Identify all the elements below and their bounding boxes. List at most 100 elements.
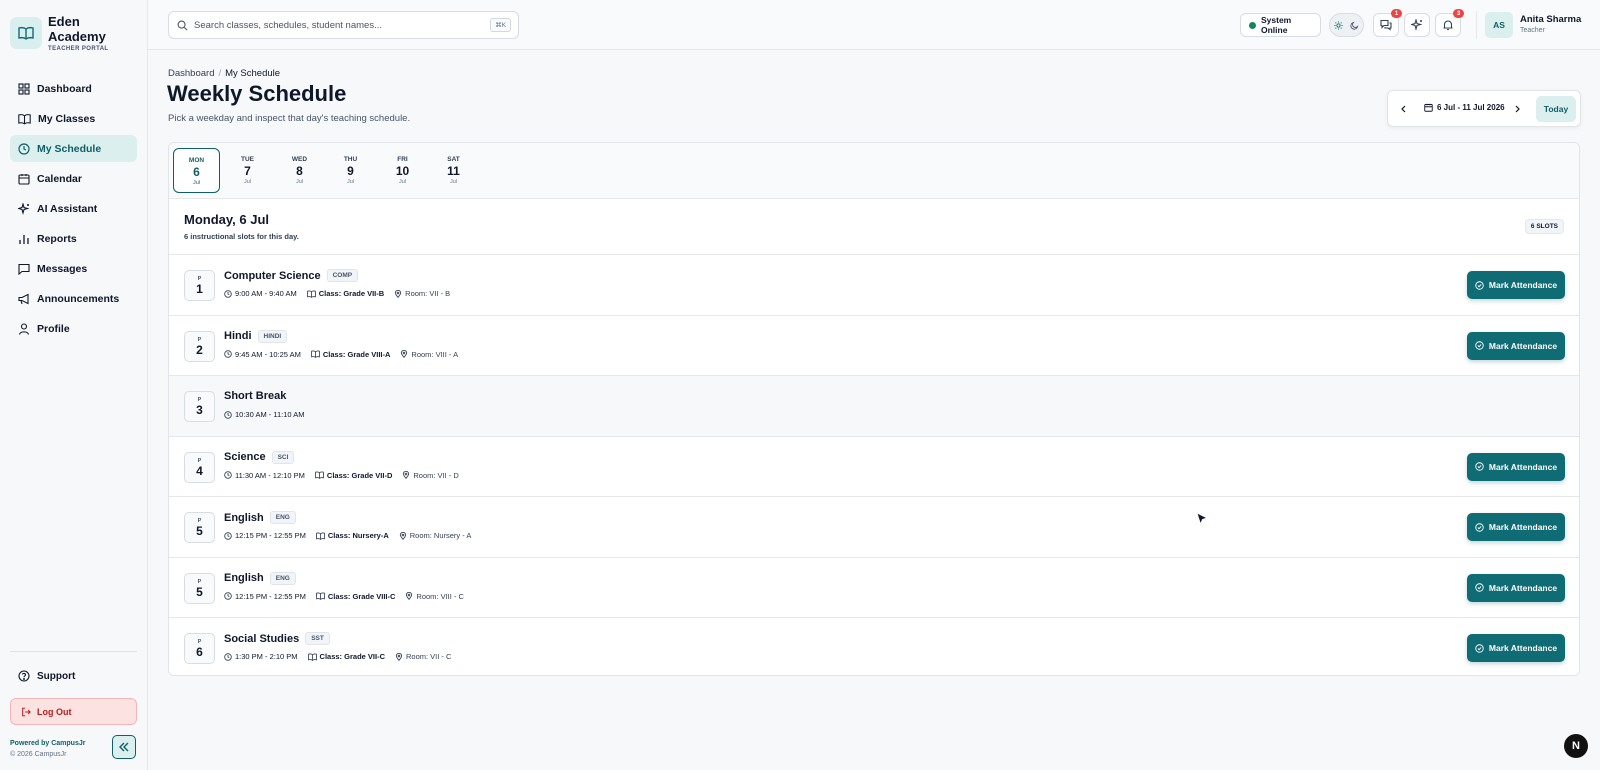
brand-name-line1: Eden	[48, 14, 80, 29]
breadcrumb: Dashboard / My Schedule	[168, 68, 280, 79]
sidebar-item-my-schedule[interactable]: My Schedule	[10, 135, 137, 162]
week-range[interactable]: 6 Jul - 11 Jul 2026	[1424, 103, 1505, 112]
sidebar-item-messages[interactable]: Messages	[10, 255, 137, 282]
sidebar-item-label: Dashboard	[37, 82, 92, 95]
selected-day-title: Monday, 6 Jul	[184, 212, 269, 227]
day-number: 7	[244, 164, 251, 178]
day-tab-fri[interactable]: FRI 10 Jul	[379, 148, 426, 193]
user-name[interactable]: Anita Sharma	[1520, 14, 1581, 25]
search-input[interactable]	[194, 19, 484, 31]
day-name: WED	[291, 156, 308, 163]
mark-attendance-button[interactable]: Mark Attendance	[1467, 271, 1565, 299]
mark-attendance-button[interactable]: Mark Attendance	[1467, 513, 1565, 541]
day-number: 8	[296, 164, 303, 178]
slot-class: Grade VIII-C	[352, 591, 396, 601]
copyright: © 2026 CampusJr	[10, 751, 67, 758]
brand[interactable]: Eden Academy TEACHER PORTAL	[10, 14, 109, 52]
breadcrumb-separator: /	[218, 68, 222, 79]
sidebar-item-calendar[interactable]: Calendar	[10, 165, 137, 192]
today-button[interactable]: Today	[1536, 96, 1576, 122]
sidebar-item-label: Profile	[37, 322, 70, 335]
sidebar-item-dashboard[interactable]: Dashboard	[10, 75, 137, 102]
search-box[interactable]: ⌘K	[168, 11, 519, 39]
next-week-button[interactable]	[1509, 101, 1525, 117]
mark-attendance-button[interactable]: Mark Attendance	[1467, 452, 1565, 481]
subject-name: Science	[224, 451, 266, 463]
book-icon	[311, 350, 320, 358]
sidebar-item-my-classes[interactable]: My Classes	[10, 105, 137, 132]
sidebar-item-profile[interactable]: Profile	[10, 315, 137, 342]
day-month: Jul	[346, 179, 355, 185]
slot-meta: 11:30 AM - 12:10 PM Class: Grade VII-D R…	[224, 471, 469, 480]
slot-time: 1:30 PM - 2:10 PM	[235, 652, 298, 661]
slot-room: Room: VII - B	[405, 289, 451, 298]
sidebar-item-label: My Classes	[38, 112, 96, 125]
clock-icon	[224, 592, 232, 600]
day-tab-mon[interactable]: MON 6 Jul	[173, 148, 220, 193]
period-number: 2	[196, 342, 203, 357]
day-month: Jul	[449, 179, 458, 185]
slot-room: Room: VII - C	[405, 652, 452, 661]
day-tab-thu[interactable]: THU 9 Jul	[327, 148, 374, 193]
book-icon	[316, 532, 325, 540]
previous-week-button[interactable]	[1396, 101, 1412, 117]
mark-attendance-label: Mark Attendance	[1488, 643, 1558, 653]
notifications-button[interactable]: 3	[1435, 9, 1464, 37]
period-number: 5	[196, 584, 203, 599]
dev-indicator-badge[interactable]: N	[1564, 734, 1588, 758]
mark-attendance-button[interactable]: Mark Attendance	[1467, 573, 1565, 602]
selected-day-summary: 6 instructional slots for this day.	[184, 232, 299, 241]
slot-class-label: Class:	[319, 652, 343, 661]
slot-room: Room: VIII - A	[411, 349, 459, 359]
avatar[interactable]: AS	[1485, 12, 1513, 38]
check-circle-icon	[1475, 462, 1484, 471]
bar-chart-icon	[19, 234, 29, 244]
sidebar-item-reports[interactable]: Reports	[10, 225, 137, 252]
slot-class: Nursery-A	[352, 531, 389, 540]
slot-meta: 9:45 AM - 10:25 AM Class: Grade VIII-A R…	[224, 350, 468, 359]
breadcrumb-dashboard[interactable]: Dashboard	[168, 68, 214, 79]
mark-attendance-label: Mark Attendance	[1488, 340, 1558, 351]
selected-day-header: Monday, 6 Jul 6 instructional slots for …	[169, 199, 1579, 255]
collapse-sidebar-button[interactable]	[112, 735, 136, 759]
subject-name: Short Break	[224, 390, 287, 402]
slot-class-label: Class:	[327, 591, 351, 601]
book-icon	[315, 471, 324, 479]
mark-attendance-label: Mark Attendance	[1488, 280, 1558, 290]
slot-room: Room: VIII - C	[416, 591, 464, 601]
slot-time: 12:15 PM - 12:55 PM	[235, 591, 306, 601]
sidebar-item-label: Messages	[37, 262, 88, 275]
status-label: System Online	[1261, 15, 1292, 35]
sidebar-divider	[10, 651, 137, 652]
sidebar-item-announcements[interactable]: Announcements	[10, 285, 137, 312]
day-number: 9	[347, 164, 354, 178]
clock-icon	[224, 410, 232, 419]
day-month: Jul	[398, 179, 407, 185]
chevron-left-icon	[1401, 105, 1406, 113]
logout-button[interactable]: Log Out	[10, 698, 137, 725]
sidebar-item-ai-assistant[interactable]: AI Assistant	[10, 195, 137, 222]
support-link[interactable]: Support	[10, 666, 137, 686]
weekday-selector: MON 6 Jul TUE 7 Jul WED 8 Jul THU 9 Jul …	[169, 143, 1579, 199]
sidebar: Eden Academy TEACHER PORTAL Dashboard My…	[0, 0, 148, 770]
messages-button[interactable]: 1	[1373, 9, 1402, 37]
mark-attendance-button[interactable]: Mark Attendance	[1467, 331, 1565, 360]
brand-name-line2: Academy	[48, 29, 106, 44]
slot-meta: 1:30 PM - 2:10 PM Class: Grade VII-C Roo…	[224, 652, 461, 661]
sidebar-nav: Dashboard My Classes My Schedule Calenda…	[10, 75, 137, 345]
powered-by: Powered by CampusJr	[10, 740, 86, 747]
day-tab-tue[interactable]: TUE 7 Jul	[224, 148, 271, 193]
message-icon	[18, 263, 30, 275]
day-number: 11	[447, 164, 460, 178]
sidebar-item-label: Reports	[37, 232, 77, 245]
ai-button[interactable]	[1404, 13, 1430, 37]
subject-code: HINDI	[257, 329, 288, 343]
slot-room: Room: Nursery - A	[409, 531, 472, 540]
day-tab-wed[interactable]: WED 8 Jul	[276, 148, 323, 193]
schedule-slot: P 5 English ENG 12:15 PM - 12:55 PM Clas…	[169, 497, 1579, 558]
mark-attendance-button[interactable]: Mark Attendance	[1467, 634, 1565, 662]
theme-toggle[interactable]	[1329, 13, 1364, 37]
location-pin-icon	[395, 652, 403, 661]
sun-icon	[1334, 20, 1343, 30]
day-tab-sat[interactable]: SAT 11 Jul	[430, 148, 477, 193]
